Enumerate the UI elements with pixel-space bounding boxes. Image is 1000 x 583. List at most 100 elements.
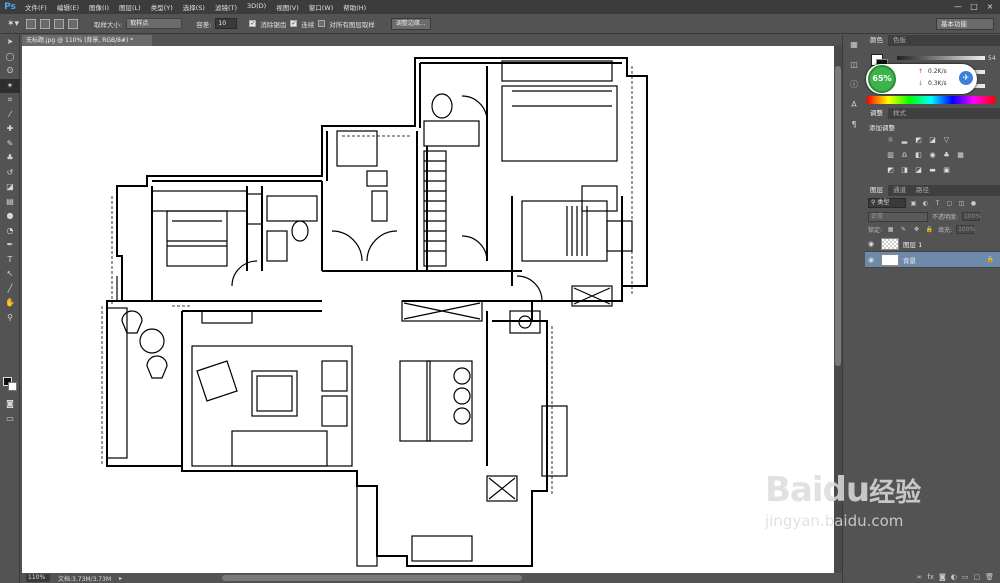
eyedropper-tool-icon[interactable]: ⁄ xyxy=(0,108,20,123)
blur-tool-icon[interactable]: ● xyxy=(0,209,20,224)
minimize-button[interactable]: — xyxy=(952,1,964,12)
tab-paths[interactable]: 路径 xyxy=(911,185,934,196)
eye-icon[interactable]: ◉ xyxy=(868,240,877,248)
levels-icon[interactable]: ▂ xyxy=(899,135,910,146)
character-panel-icon[interactable]: A xyxy=(843,95,865,115)
threshold-icon[interactable]: ◪ xyxy=(913,165,924,176)
properties-panel-icon[interactable]: ◫ xyxy=(843,55,865,75)
widget-rocket-icon[interactable]: ✈ xyxy=(959,71,973,85)
hand-tool-icon[interactable]: ✋ xyxy=(0,296,20,311)
marquee-tool-icon[interactable]: ◯ xyxy=(0,50,20,65)
color-slider-r[interactable] xyxy=(897,56,985,60)
sample-size-select[interactable]: 取样点 xyxy=(126,18,183,29)
menu-item[interactable]: 文件(F) xyxy=(20,2,52,12)
layer-kind-select[interactable]: ⚲ 类型 xyxy=(868,198,906,208)
new-adjustment-icon[interactable]: ◐ xyxy=(951,573,957,581)
zoom-field[interactable]: 110% xyxy=(26,574,50,582)
network-speed-widget[interactable]: 65% ↑ 0.2K/s ↓ 0.3K/s ✈ xyxy=(866,64,977,94)
add-mask-icon[interactable]: ◙ xyxy=(939,573,946,581)
trash-icon[interactable]: 🗑 xyxy=(985,573,994,581)
filter-pixel-icon[interactable]: ▣ xyxy=(909,199,918,208)
zoom-tool-icon[interactable]: ⚲ xyxy=(0,311,20,326)
menu-item[interactable]: 3D(D) xyxy=(242,2,271,12)
info-panel-icon[interactable]: ⓘ xyxy=(843,75,865,95)
dodge-tool-icon[interactable]: ◔ xyxy=(0,224,20,239)
menu-item[interactable]: 类型(Y) xyxy=(146,2,178,12)
subtract-selection-icon[interactable] xyxy=(54,18,64,29)
menu-item[interactable]: 滤镜(T) xyxy=(210,2,242,12)
lock-pixels-icon[interactable]: ▦ xyxy=(886,225,895,234)
document-tab[interactable]: 无标题.jpg @ 110% (背景, RGB/8#) * xyxy=(22,35,152,46)
tab-layers[interactable]: 图层 xyxy=(865,185,888,196)
lock-all-icon[interactable]: 🔒 xyxy=(925,225,934,234)
healing-brush-icon[interactable]: ✚ xyxy=(0,122,20,137)
photo-filter-icon[interactable]: ◉ xyxy=(927,150,938,161)
menu-item[interactable]: 窗口(W) xyxy=(304,2,339,12)
lasso-tool-icon[interactable]: ʘ xyxy=(0,64,20,79)
tab-adjustments[interactable]: 调整 xyxy=(865,108,888,119)
add-selection-icon[interactable] xyxy=(40,18,50,29)
channel-mixer-icon[interactable]: ♣ xyxy=(941,150,952,161)
layer-name[interactable]: 图层 1 xyxy=(903,239,922,249)
history-brush-icon[interactable]: ↺ xyxy=(0,166,20,181)
tolerance-input[interactable]: 10 xyxy=(215,18,238,29)
new-selection-icon[interactable] xyxy=(26,18,36,29)
menu-item[interactable]: 视图(V) xyxy=(271,2,304,12)
gradient-tool-icon[interactable]: ▤ xyxy=(0,195,20,210)
quick-mask-icon[interactable]: ◙ xyxy=(0,397,20,412)
gradient-map-icon[interactable]: ▬ xyxy=(927,165,938,176)
menu-item[interactable]: 帮助(H) xyxy=(338,2,371,12)
menu-item[interactable]: 选择(S) xyxy=(178,2,210,12)
tab-swatches[interactable]: 色板 xyxy=(888,35,911,46)
filter-smart-icon[interactable]: ◫ xyxy=(957,199,966,208)
brush-tool-icon[interactable]: ✎ xyxy=(0,137,20,152)
link-layers-icon[interactable]: ∞ xyxy=(917,573,923,581)
vertical-scroll-thumb[interactable] xyxy=(835,66,841,366)
posterize-icon[interactable]: ◨ xyxy=(899,165,910,176)
pen-tool-icon[interactable]: ✒ xyxy=(0,238,20,253)
status-menu-arrow-icon[interactable]: ▸ xyxy=(119,575,122,582)
menu-item[interactable]: 编辑(E) xyxy=(52,2,84,12)
document-canvas[interactable] xyxy=(22,46,834,573)
selective-color-icon[interactable]: ▣ xyxy=(941,165,952,176)
layer-row[interactable]: ◉ 图层 1 xyxy=(865,236,1000,252)
tab-styles[interactable]: 样式 xyxy=(888,108,911,119)
eraser-tool-icon[interactable]: ◪ xyxy=(0,180,20,195)
hue-saturation-icon[interactable]: ▥ xyxy=(885,150,896,161)
color-balance-icon[interactable]: ♎ xyxy=(899,150,910,161)
contiguous-checkbox[interactable]: ✓ xyxy=(290,20,298,27)
new-group-icon[interactable]: ▭ xyxy=(962,573,969,581)
filter-shape-icon[interactable]: ▢ xyxy=(945,199,954,208)
layer-name[interactable]: 背景 xyxy=(903,255,916,265)
refine-edge-button[interactable]: 调整边缘... xyxy=(390,17,431,30)
lock-paint-icon[interactable]: ✎ xyxy=(899,225,908,234)
new-layer-icon[interactable]: ▢ xyxy=(973,573,980,581)
antialias-checkbox[interactable]: ✓ xyxy=(249,20,257,27)
invert-icon[interactable]: ◩ xyxy=(885,165,896,176)
menu-item[interactable]: 图像(I) xyxy=(84,2,114,12)
tab-color[interactable]: 颜色 xyxy=(865,35,888,46)
type-tool-icon[interactable]: T xyxy=(0,253,20,268)
opacity-input[interactable]: 100% xyxy=(962,212,981,221)
curves-icon[interactable]: ◩ xyxy=(913,135,924,146)
line-tool-icon[interactable]: ╱ xyxy=(0,282,20,297)
brightness-icon[interactable]: ☼ xyxy=(885,135,896,146)
screen-mode-icon[interactable]: ▭ xyxy=(0,412,20,427)
crop-tool-icon[interactable]: ⌗ xyxy=(0,93,20,108)
menu-item[interactable]: 图层(L) xyxy=(114,2,146,12)
magic-wand-tool-icon[interactable]: ✶▾ xyxy=(4,17,22,31)
black-white-icon[interactable]: ◧ xyxy=(913,150,924,161)
color-lookup-icon[interactable]: ▦ xyxy=(955,150,966,161)
close-button[interactable]: × xyxy=(984,1,996,12)
sample-all-checkbox[interactable] xyxy=(318,20,326,27)
exposure-icon[interactable]: ◪ xyxy=(927,135,938,146)
blend-mode-select[interactable]: 正常 xyxy=(868,211,928,222)
filter-type-icon[interactable]: T xyxy=(933,199,942,208)
fx-icon[interactable]: fx xyxy=(927,573,934,581)
filter-adjust-icon[interactable]: ◐ xyxy=(921,199,930,208)
fill-input[interactable]: 100% xyxy=(956,225,975,234)
paragraph-panel-icon[interactable]: ¶ xyxy=(843,115,865,135)
horizontal-scroll-thumb[interactable] xyxy=(222,575,522,581)
lock-position-icon[interactable]: ✥ xyxy=(912,225,921,234)
background-color-swatch[interactable] xyxy=(8,382,17,391)
